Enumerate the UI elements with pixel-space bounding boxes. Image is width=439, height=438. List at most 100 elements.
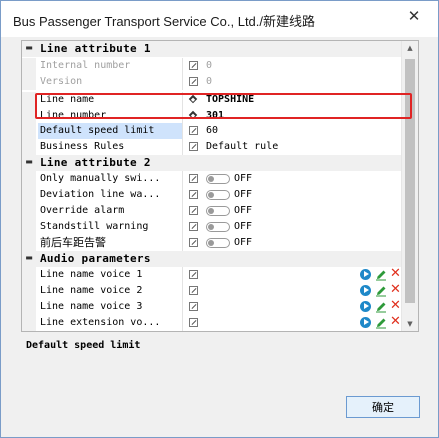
row-gutter [22,235,36,251]
edit-icon [189,174,198,183]
column-divider [182,74,183,90]
edit-icon [189,126,198,135]
category-label: Line attribute 1 [40,42,151,55]
property-value-select[interactable]: Default rule [206,139,278,155]
column-divider [182,315,183,331]
property-name: 前后车距告警 [40,236,106,249]
scroll-up-icon[interactable]: ▲ [402,41,418,55]
toggle-switch[interactable] [206,206,230,216]
switch-knob [208,208,214,214]
row-gutter [22,123,36,139]
switch-knob [208,176,214,182]
edit-icon [189,238,198,247]
collapse-icon[interactable]: ▬ [25,44,33,52]
close-button[interactable]: ✕ [392,1,436,31]
property-row-line-name-voice-1[interactable]: Line name voice 1 ✕ [22,267,402,283]
switch-knob [208,192,214,198]
category-label: Line attribute 2 [40,156,151,169]
ok-button[interactable]: 确定 [346,396,420,418]
property-name: Deviation line wa... [40,189,161,200]
property-name: Line name voice 1 [40,269,143,280]
edit-icon [189,61,198,70]
toggle-switch[interactable] [206,190,230,200]
toggle-switch[interactable] [206,174,230,184]
category-audio-parameters[interactable]: ▬ Audio parameters [22,251,402,267]
switch-state-label: OFF [234,237,253,248]
property-name: Standstill warning [40,221,149,232]
column-divider [182,219,183,235]
property-row-default-speed-limit[interactable]: Default speed limit 60 [22,123,402,139]
title-bar: Bus Passenger Transport Service Co., Ltd… [1,1,438,37]
vertical-scrollbar[interactable]: ▲ ▼ [401,41,418,331]
property-value-input[interactable]: 60 [206,123,218,139]
switch-state-label: OFF [234,189,253,200]
property-row-only-manually[interactable]: Only manually swi... OFF [22,171,402,187]
edit-icon [189,77,198,86]
column-divider [182,235,183,251]
collapse-icon[interactable]: ▬ [25,254,33,262]
property-grid[interactable]: ▬ Line attribute 1 Internal number 0 Ver… [21,40,419,332]
column-divider [182,267,183,283]
edit-icon [189,318,198,327]
pencil-icon[interactable] [375,317,387,329]
property-row-headway-alarm[interactable]: 前后车距告警 OFF [22,235,402,251]
switch-state-label: OFF [234,173,253,184]
property-name: Internal number [40,60,131,71]
property-row-line-extension-voice[interactable]: Line extension vo... ✕ [22,315,402,331]
property-name: Override alarm [40,205,125,216]
play-icon[interactable] [360,269,371,280]
description-title: Default speed limit [26,340,141,351]
audio-actions: ✕ [360,283,404,297]
column-divider [182,171,183,187]
play-icon[interactable] [360,285,371,296]
toggle-switch[interactable] [206,222,230,232]
property-name: Business Rules [40,141,125,152]
property-value: 0 [206,60,213,71]
category-line-attribute-1[interactable]: ▬ Line attribute 1 [22,41,402,57]
column-divider [182,299,183,315]
property-row-line-name-voice-3[interactable]: Line name voice 3 ✕ [22,299,402,315]
property-row-version[interactable]: Version 0 [22,74,402,90]
edit-icon [189,206,198,215]
property-name: Line name voice 3 [40,301,143,312]
row-gutter [22,283,36,299]
switch-knob [208,224,214,230]
switch-state-label: OFF [234,205,253,216]
row-gutter [22,299,36,315]
property-row-standstill-warning[interactable]: Standstill warning OFF [22,219,402,235]
row-gutter [22,74,36,90]
row-gutter [22,267,36,283]
window-title: Bus Passenger Transport Service Co., Ltd… [13,14,316,29]
pencil-icon[interactable] [375,285,387,297]
property-row-internal-number[interactable]: Internal number 0 [22,58,402,74]
row-gutter [22,219,36,235]
property-name: Only manually swi... [40,173,161,184]
row-gutter [22,108,36,124]
pencil-icon[interactable] [375,301,387,313]
edit-icon [189,142,198,151]
property-name: Default speed limit [38,123,182,139]
play-icon[interactable] [360,301,371,312]
property-row-line-name-voice-2[interactable]: Line name voice 2 ✕ [22,283,402,299]
column-divider [182,283,183,299]
property-row-deviation-line[interactable]: Deviation line wa... OFF [22,187,402,203]
row-gutter [22,171,36,187]
play-icon[interactable] [360,317,371,328]
row-gutter [22,139,36,155]
switch-state-label: OFF [234,221,253,232]
row-gutter [22,203,36,219]
highlight-annotation [35,93,412,119]
collapse-icon[interactable]: ▬ [25,158,33,166]
property-row-override-alarm[interactable]: Override alarm OFF [22,203,402,219]
pencil-icon[interactable] [375,269,387,281]
row-gutter [22,58,36,74]
column-divider [182,203,183,219]
toggle-switch[interactable] [206,238,230,248]
scroll-down-icon[interactable]: ▼ [402,317,418,331]
property-value: 0 [206,76,213,87]
close-icon: ✕ [407,7,421,25]
column-divider [182,123,183,139]
category-line-attribute-2[interactable]: ▬ Line attribute 2 [22,155,402,171]
property-row-business-rules[interactable]: Business Rules Default rule [22,139,402,155]
audio-actions: ✕ [360,315,404,329]
